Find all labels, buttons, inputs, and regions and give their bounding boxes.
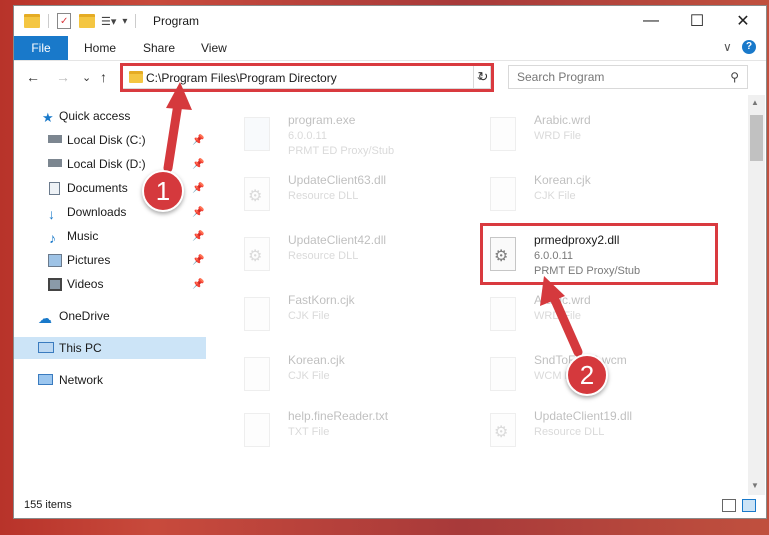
arrow-2: [540, 276, 583, 357]
step-badge-2: 2: [566, 354, 608, 396]
annotation-arrows: [163, 82, 583, 357]
arrow-1: [163, 82, 192, 173]
step-badge-1: 1: [142, 170, 184, 212]
